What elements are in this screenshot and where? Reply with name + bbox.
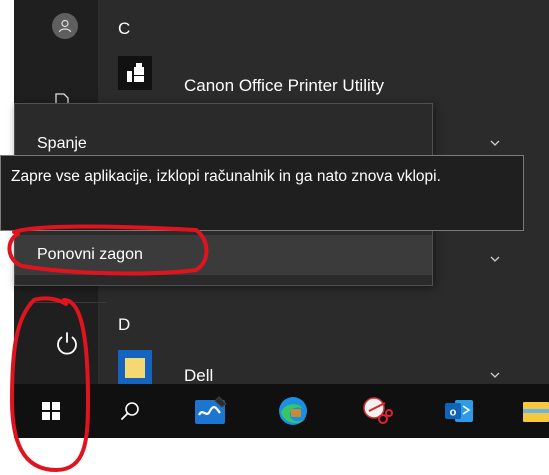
- red-annotation-overlay: [7, 224, 209, 473]
